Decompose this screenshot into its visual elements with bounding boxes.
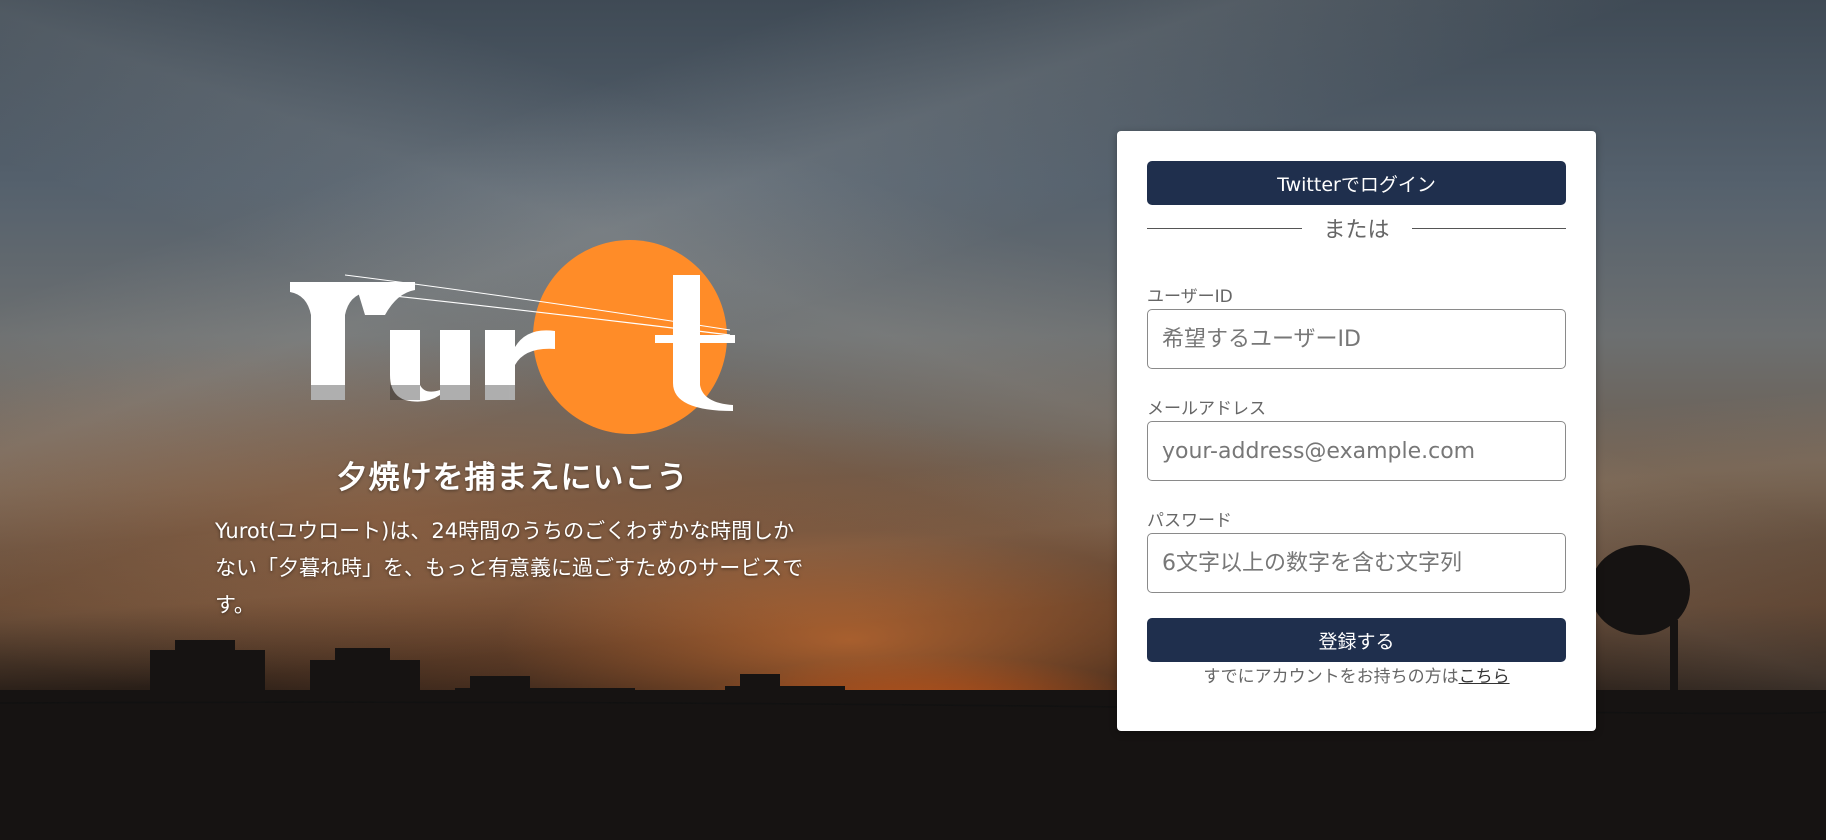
twitter-login-button[interactable]: Twitterでログイン bbox=[1147, 161, 1566, 205]
password-label: パスワード bbox=[1147, 511, 1232, 531]
service-description: Yurot(ユウロート)は、24時間のうちのごくわずかな時間しかない「夕暮れ時」… bbox=[215, 519, 804, 617]
signin-prompt: すでにアカウントをお持ちの方は bbox=[1203, 667, 1459, 687]
signup-card: Twitterでログイン または ユーザーID メールアドレス パスワード 登録… bbox=[1117, 131, 1596, 731]
email-input[interactable] bbox=[1147, 421, 1566, 481]
signin-link[interactable]: こちら bbox=[1459, 667, 1510, 687]
register-button[interactable]: 登録する bbox=[1147, 618, 1566, 662]
password-input[interactable] bbox=[1147, 533, 1566, 593]
or-divider: または bbox=[1147, 213, 1567, 243]
yurot-logo bbox=[289, 240, 735, 434]
email-label: メールアドレス bbox=[1147, 399, 1266, 419]
divider-line bbox=[1147, 227, 1302, 229]
user-id-label: ユーザーID bbox=[1147, 287, 1233, 307]
divider-line bbox=[1411, 227, 1567, 229]
user-id-input[interactable] bbox=[1147, 309, 1566, 369]
divider-text: または bbox=[1323, 218, 1390, 243]
tagline: 夕焼けを捕まえにいこう bbox=[336, 460, 689, 496]
signin-note: すでにアカウントをお持ちの方はこちら bbox=[1117, 662, 1596, 687]
